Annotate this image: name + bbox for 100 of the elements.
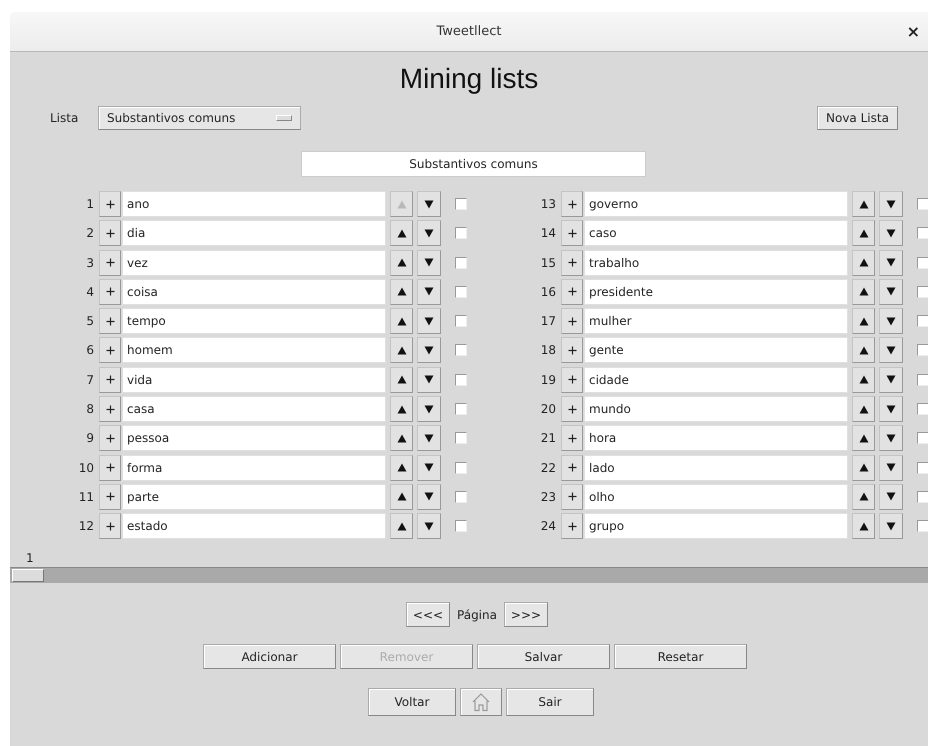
move-up-button[interactable] [390, 278, 413, 305]
new-list-button[interactable]: Nova Lista [817, 106, 898, 130]
word-field[interactable]: homem [122, 337, 386, 364]
close-button[interactable]: × [902, 22, 924, 41]
move-down-button[interactable] [879, 396, 903, 422]
add-button[interactable] [99, 513, 121, 540]
move-down-button[interactable] [417, 308, 441, 334]
move-down-button[interactable] [417, 513, 441, 540]
word-field[interactable]: forma [122, 454, 386, 481]
move-down-button[interactable] [417, 484, 441, 510]
move-down-button[interactable] [879, 250, 903, 276]
move-up-button[interactable] [390, 484, 413, 510]
move-down-button[interactable] [417, 454, 441, 481]
word-field[interactable]: casa [122, 396, 386, 422]
move-up-button[interactable] [852, 308, 875, 334]
previous-page-button[interactable]: <<< [406, 602, 450, 628]
move-up-button[interactable] [390, 220, 413, 246]
word-field[interactable]: parte [122, 484, 386, 510]
row-checkbox[interactable] [455, 462, 467, 474]
add-button[interactable] [99, 366, 121, 393]
add-button[interactable] [561, 278, 583, 305]
word-field[interactable]: mulher [584, 308, 848, 334]
word-field[interactable]: grupo [584, 513, 848, 540]
move-up-button[interactable] [390, 308, 413, 334]
move-up-button[interactable] [390, 396, 413, 422]
move-down-button[interactable] [879, 484, 903, 510]
row-checkbox[interactable] [917, 462, 928, 474]
move-down-button[interactable] [879, 454, 903, 481]
move-up-button[interactable] [390, 454, 413, 481]
exit-button[interactable]: Sair [506, 688, 594, 716]
row-checkbox[interactable] [917, 286, 928, 298]
word-field[interactable]: vez [122, 250, 386, 276]
add-button[interactable] [561, 366, 583, 393]
add-button[interactable] [561, 220, 583, 246]
back-button[interactable]: Voltar [368, 688, 456, 716]
row-checkbox[interactable] [455, 374, 467, 386]
move-up-button[interactable] [852, 337, 875, 364]
row-checkbox[interactable] [455, 227, 467, 240]
add-button[interactable] [561, 250, 583, 276]
word-field[interactable]: pessoa [122, 425, 386, 452]
word-field[interactable]: caso [584, 220, 848, 246]
add-button[interactable] [99, 425, 121, 452]
add-button[interactable] [99, 220, 121, 246]
row-checkbox[interactable] [917, 315, 928, 328]
move-down-button[interactable] [879, 220, 903, 246]
add-button[interactable] [561, 484, 583, 510]
add-button[interactable] [561, 308, 583, 334]
row-checkbox[interactable] [917, 344, 928, 356]
move-down-button[interactable] [879, 191, 903, 217]
move-down-button[interactable] [879, 308, 903, 334]
move-down-button[interactable] [417, 191, 441, 217]
move-up-button[interactable] [390, 513, 413, 540]
move-up-button[interactable] [390, 250, 413, 276]
move-up-button[interactable] [852, 191, 875, 217]
row-checkbox[interactable] [917, 256, 928, 269]
row-checkbox[interactable] [917, 374, 928, 386]
row-checkbox[interactable] [455, 520, 467, 532]
next-page-button[interactable]: >>> [504, 602, 548, 628]
word-field[interactable]: cidade [584, 366, 848, 393]
page-slider[interactable] [10, 567, 928, 584]
move-up-button[interactable] [852, 454, 875, 481]
move-up-button[interactable] [852, 484, 875, 510]
home-button[interactable] [460, 688, 502, 716]
move-down-button[interactable] [417, 396, 441, 422]
move-up-button[interactable] [852, 220, 875, 246]
add-button[interactable] [99, 484, 121, 510]
row-checkbox[interactable] [455, 403, 467, 416]
word-field[interactable]: tempo [122, 308, 386, 334]
word-field[interactable]: dia [122, 220, 386, 246]
action-button[interactable]: Salvar [477, 644, 610, 670]
add-button[interactable] [99, 454, 121, 481]
word-field[interactable]: estado [122, 513, 386, 540]
move-up-button[interactable] [390, 337, 413, 364]
row-checkbox[interactable] [917, 520, 928, 532]
row-checkbox[interactable] [917, 490, 928, 503]
row-checkbox[interactable] [917, 227, 928, 240]
action-button[interactable]: Resetar [614, 644, 747, 670]
move-up-button[interactable] [852, 396, 875, 422]
move-up-button[interactable] [390, 366, 413, 393]
move-down-button[interactable] [417, 220, 441, 246]
add-button[interactable] [561, 337, 583, 364]
word-field[interactable]: olho [584, 484, 848, 510]
row-checkbox[interactable] [917, 403, 928, 416]
word-field[interactable]: ano [122, 191, 386, 217]
word-field[interactable]: mundo [584, 396, 848, 422]
move-down-button[interactable] [417, 425, 441, 452]
move-down-button[interactable] [879, 425, 903, 452]
add-button[interactable] [99, 308, 121, 334]
add-button[interactable] [561, 425, 583, 452]
move-down-button[interactable] [417, 366, 441, 393]
move-down-button[interactable] [879, 337, 903, 364]
add-button[interactable] [561, 396, 583, 422]
add-button[interactable] [99, 278, 121, 305]
move-up-button[interactable] [852, 513, 875, 540]
row-checkbox[interactable] [455, 432, 467, 444]
move-up-button[interactable] [852, 425, 875, 452]
word-field[interactable]: coisa [122, 278, 386, 305]
move-down-button[interactable] [417, 278, 441, 305]
move-down-button[interactable] [879, 513, 903, 540]
move-down-button[interactable] [417, 250, 441, 276]
